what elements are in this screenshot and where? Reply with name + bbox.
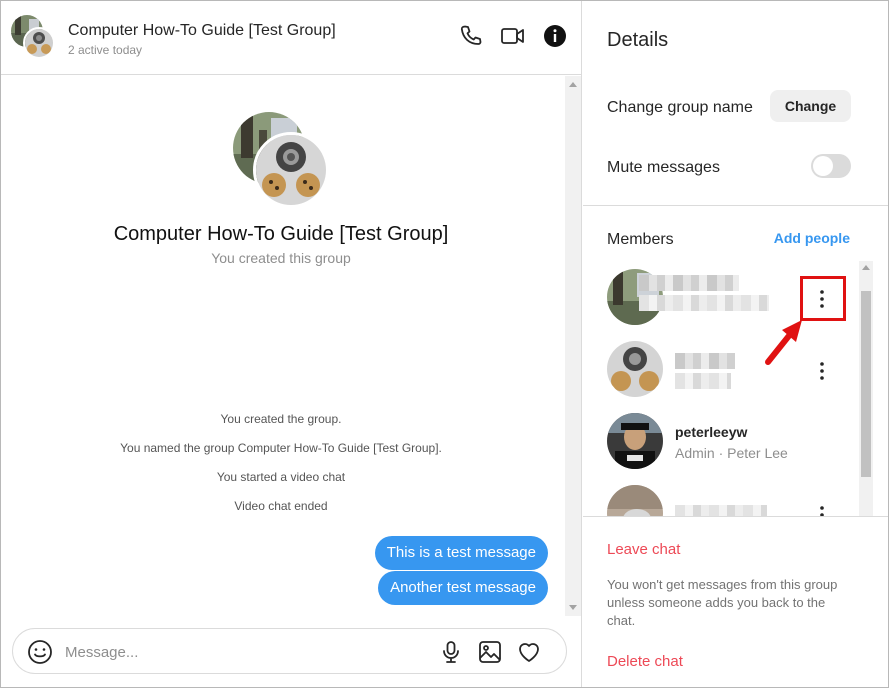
more-options-icon[interactable] bbox=[808, 503, 836, 516]
leave-chat-button[interactable]: Leave chat bbox=[607, 541, 680, 558]
message-input[interactable] bbox=[65, 638, 425, 666]
mute-messages-toggle[interactable] bbox=[811, 154, 851, 178]
blurred-name bbox=[675, 353, 735, 369]
member-avatar bbox=[607, 413, 663, 469]
emoji-icon[interactable] bbox=[27, 639, 53, 665]
change-group-name-button[interactable]: Change bbox=[770, 90, 851, 122]
blurred-subtext bbox=[675, 373, 731, 389]
member-row[interactable] bbox=[583, 477, 853, 516]
toggle-knob bbox=[813, 156, 833, 176]
annotation-highlight-box bbox=[800, 276, 846, 321]
scroll-up-arrow-icon[interactable] bbox=[569, 82, 577, 87]
chat-title[interactable]: Computer How-To Guide [Test Group] bbox=[68, 22, 336, 40]
system-message: You created the group. bbox=[220, 412, 342, 426]
member-row[interactable]: peterleeyw Admin · Peter Lee bbox=[583, 405, 853, 477]
video-camera-icon[interactable] bbox=[500, 23, 526, 49]
blurred-name bbox=[639, 275, 739, 291]
info-icon[interactable] bbox=[542, 23, 568, 49]
details-title: Details bbox=[607, 29, 669, 51]
phone-icon[interactable] bbox=[458, 23, 484, 49]
delete-chat-button[interactable]: Delete chat bbox=[607, 653, 683, 670]
avatar bbox=[23, 27, 55, 59]
more-options-icon[interactable] bbox=[808, 359, 836, 383]
group-created-note: You created this group bbox=[211, 250, 351, 266]
microphone-icon[interactable] bbox=[439, 640, 463, 664]
divider bbox=[583, 516, 888, 517]
message-bubble[interactable]: This is a test message bbox=[374, 536, 548, 570]
divider bbox=[583, 205, 888, 206]
blurred-name bbox=[675, 505, 767, 516]
scrollbar-thumb[interactable] bbox=[861, 291, 871, 477]
chat-pane: Computer How-To Guide [Test Group] 2 act… bbox=[1, 1, 582, 687]
member-avatar bbox=[607, 485, 663, 516]
group-name-heading: Computer How-To Guide [Test Group] bbox=[113, 223, 449, 245]
details-pane: Details Change group name Change Mute me… bbox=[583, 1, 888, 687]
image-icon[interactable] bbox=[478, 640, 502, 664]
change-group-name-label: Change group name bbox=[607, 99, 753, 116]
member-username: peterleeyw bbox=[675, 424, 748, 440]
system-message: You named the group Computer How-To Guid… bbox=[120, 441, 442, 455]
message-bubble[interactable]: Another test message bbox=[378, 571, 548, 605]
message-composer bbox=[12, 628, 567, 674]
scroll-down-arrow-icon[interactable] bbox=[569, 605, 577, 610]
active-status: 2 active today bbox=[68, 43, 143, 57]
members-scrollbar[interactable] bbox=[859, 261, 873, 516]
annotation-arrow-icon bbox=[760, 318, 810, 368]
member-row[interactable] bbox=[583, 333, 853, 405]
add-people-link[interactable]: Add people bbox=[774, 230, 850, 246]
thread-scrollbar[interactable] bbox=[565, 76, 581, 616]
member-role: Admin · Peter Lee bbox=[675, 445, 788, 461]
avatar bbox=[253, 132, 329, 208]
message-thread[interactable]: Computer How-To Guide [Test Group] You c… bbox=[1, 76, 582, 616]
system-message: Video chat ended bbox=[234, 499, 328, 513]
leave-chat-note: You won't get messages from this group u… bbox=[607, 577, 838, 628]
member-avatar bbox=[607, 341, 663, 397]
group-avatar-large bbox=[233, 112, 329, 208]
mute-messages-label: Mute messages bbox=[607, 159, 720, 176]
system-message: You started a video chat bbox=[216, 470, 346, 484]
blurred-subtext bbox=[639, 295, 769, 311]
chat-header: Computer How-To Guide [Test Group] 2 act… bbox=[1, 1, 582, 75]
members-heading: Members bbox=[607, 231, 674, 248]
scroll-up-arrow-icon[interactable] bbox=[862, 265, 870, 270]
heart-icon[interactable] bbox=[517, 640, 541, 664]
group-avatar[interactable] bbox=[11, 15, 57, 61]
